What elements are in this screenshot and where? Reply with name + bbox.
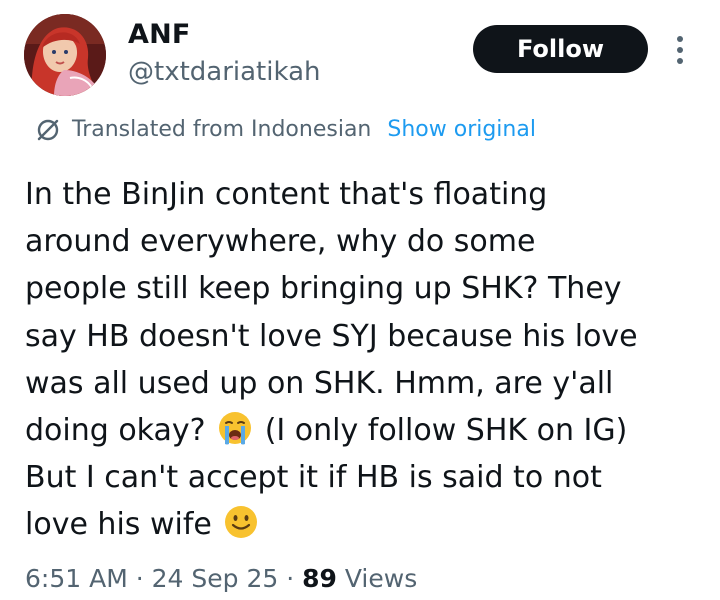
tweet-line: people still keep bringing up SHK? They <box>25 271 622 307</box>
tweet-meta: 6:51 AM · 24 Sep 25 · 89 Views <box>25 562 417 596</box>
more-options-icon[interactable] <box>670 32 690 68</box>
tweet-line: But I can't accept it if HB is said to n… <box>25 460 602 496</box>
user-handle[interactable]: @txtdariatikah <box>128 56 321 88</box>
avatar-image <box>24 14 106 96</box>
views-count[interactable]: 89 <box>302 564 337 593</box>
tweet-text-segment: (I only follow SHK on IG) <box>264 413 628 449</box>
follow-button[interactable]: Follow <box>473 25 648 73</box>
tweet-line-with-emoji: love his wife <box>25 501 705 548</box>
tweet-line-with-emoji: doing okay? (I only follow SHK on IG) <box>25 407 705 454</box>
tweet-text-segment: doing okay? <box>25 413 206 449</box>
meta-separator: · <box>286 564 295 593</box>
loudly-crying-face-emoji <box>219 412 252 445</box>
translate-icon <box>37 119 59 141</box>
tweet-time[interactable]: 6:51 AM <box>25 564 128 593</box>
translated-label: Translated from Indonesian <box>72 117 372 142</box>
show-original-link[interactable]: Show original <box>387 115 536 145</box>
tweet-line: was all used up on SHK. Hmm, are y'all <box>25 365 614 401</box>
slightly-smiling-face-emoji <box>225 506 258 539</box>
tweet-line: around everywhere, why do some <box>25 224 536 260</box>
tweet-text: In the BinJin content that's floating ar… <box>25 171 705 549</box>
tweet-text-segment: love his wife <box>25 507 212 543</box>
meta-separator: · <box>135 564 144 593</box>
tweet-line: In the BinJin content that's floating <box>25 177 548 212</box>
views-label[interactable]: Views <box>345 564 417 593</box>
translation-notice: Translated from Indonesian Show original <box>34 115 536 145</box>
tweet-date[interactable]: 24 Sep 25 <box>152 564 279 593</box>
avatar[interactable] <box>24 14 106 96</box>
display-name[interactable]: ANF <box>128 19 191 51</box>
tweet-line: say HB doesn't love SYJ because his love <box>25 318 638 354</box>
